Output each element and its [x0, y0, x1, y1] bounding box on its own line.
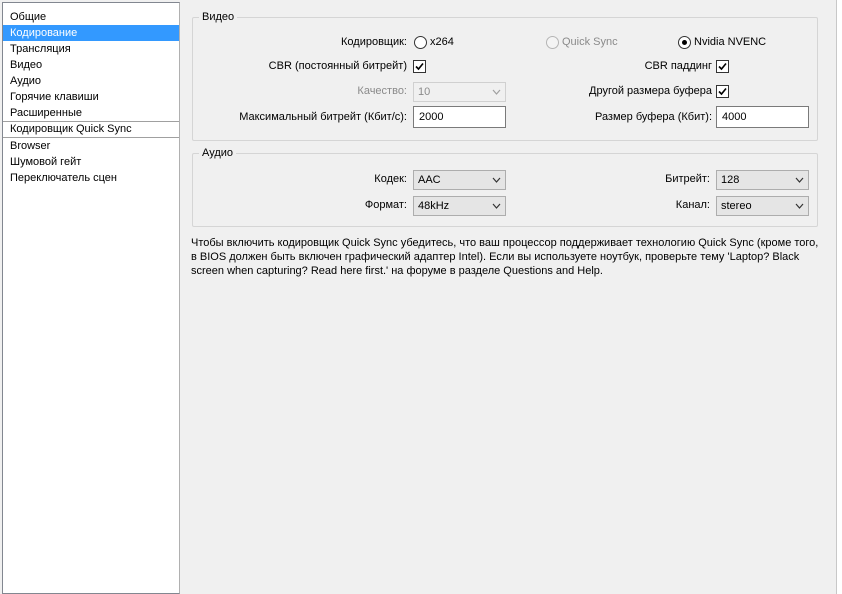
checkmark-icon — [718, 87, 727, 96]
encoder-quick-sync-radio — [546, 36, 559, 49]
channel-select[interactable]: stereo — [716, 196, 809, 216]
encoder-x264-label[interactable]: x264 — [430, 32, 454, 52]
encoder-label: Кодировщик: — [341, 36, 407, 48]
format-select-value: 48kHz — [418, 200, 450, 212]
encoder-nvenc-radio[interactable] — [678, 36, 691, 49]
quick-sync-info-text: Чтобы включить кодировщик Quick Sync убе… — [191, 237, 819, 277]
chevron-down-icon — [795, 177, 804, 183]
max-bitrate-input-value: 2000 — [419, 111, 444, 123]
bitrate-label: Битрейт: — [665, 173, 710, 185]
codec-select[interactable]: AAC — [413, 170, 506, 190]
encoder-quick-sync-label: Quick Sync — [562, 36, 618, 48]
chevron-down-icon — [492, 203, 501, 209]
quality-select-value: 10 — [418, 86, 431, 98]
encoder-nvenc-label[interactable]: Nvidia NVENC — [694, 32, 766, 52]
codec-label: Кодек: — [374, 173, 407, 185]
radio-selected-dot — [682, 40, 687, 45]
settings-category-list[interactable]: Общие Кодирование Трансляция Видео Аудио… — [2, 2, 180, 594]
channel-select-value: stereo — [721, 200, 752, 212]
buffer-size-input-value: 4000 — [722, 111, 747, 123]
bitrate-select-value: 128 — [721, 174, 740, 186]
cbr-label: CBR (постоянный битрейт) — [268, 60, 407, 72]
chevron-down-icon — [795, 203, 804, 209]
quality-label: Качество: — [357, 85, 407, 97]
custom-buffer-label: Другой размера буфера — [589, 85, 712, 97]
channel-label: Канал: — [675, 199, 710, 211]
checkmark-icon — [415, 62, 424, 71]
video-group-title: Видео — [199, 10, 238, 24]
sidebar-item-general[interactable]: Общие — [3, 9, 179, 25]
cbr-checkbox[interactable] — [413, 60, 426, 73]
custom-buffer-checkbox[interactable] — [716, 85, 729, 98]
audio-group-title: Аудио — [199, 146, 237, 160]
sidebar-item-scene-switcher[interactable]: Переключатель сцен — [3, 170, 179, 186]
chevron-down-icon — [492, 89, 501, 95]
bitrate-select[interactable]: 128 — [716, 170, 809, 190]
sidebar-item-quick-sync-encoder[interactable]: Кодировщик Quick Sync — [3, 122, 179, 137]
max-bitrate-input[interactable]: 2000 — [413, 106, 506, 128]
cbr-padding-label: CBR паддинг — [644, 60, 712, 72]
sidebar-item-broadcast[interactable]: Трансляция — [3, 41, 179, 57]
sidebar-item-advanced[interactable]: Расширенные — [3, 105, 179, 121]
sidebar-item-noise-gate[interactable]: Шумовой гейт — [3, 154, 179, 170]
format-label: Формат: — [364, 199, 407, 211]
sidebar-item-audio[interactable]: Аудио — [3, 73, 179, 89]
chevron-down-icon — [492, 177, 501, 183]
right-edge-border — [836, 0, 842, 594]
sidebar-item-video[interactable]: Видео — [3, 57, 179, 73]
sidebar-item-browser[interactable]: Browser — [3, 138, 179, 154]
buffer-size-input[interactable]: 4000 — [716, 106, 809, 128]
checkmark-icon — [718, 62, 727, 71]
codec-select-value: AAC — [418, 174, 441, 186]
sidebar-item-encoding[interactable]: Кодирование — [3, 25, 179, 41]
format-select[interactable]: 48kHz — [413, 196, 506, 216]
buffer-size-label: Размер буфера (Кбит): — [594, 111, 712, 123]
cbr-padding-checkbox[interactable] — [716, 60, 729, 73]
encoder-x264-radio[interactable] — [414, 36, 427, 49]
max-bitrate-label: Максимальный битрейт (Кбит/с): — [239, 111, 407, 123]
sidebar-item-hotkeys[interactable]: Горячие клавиши — [3, 89, 179, 105]
quality-select: 10 — [413, 82, 506, 102]
